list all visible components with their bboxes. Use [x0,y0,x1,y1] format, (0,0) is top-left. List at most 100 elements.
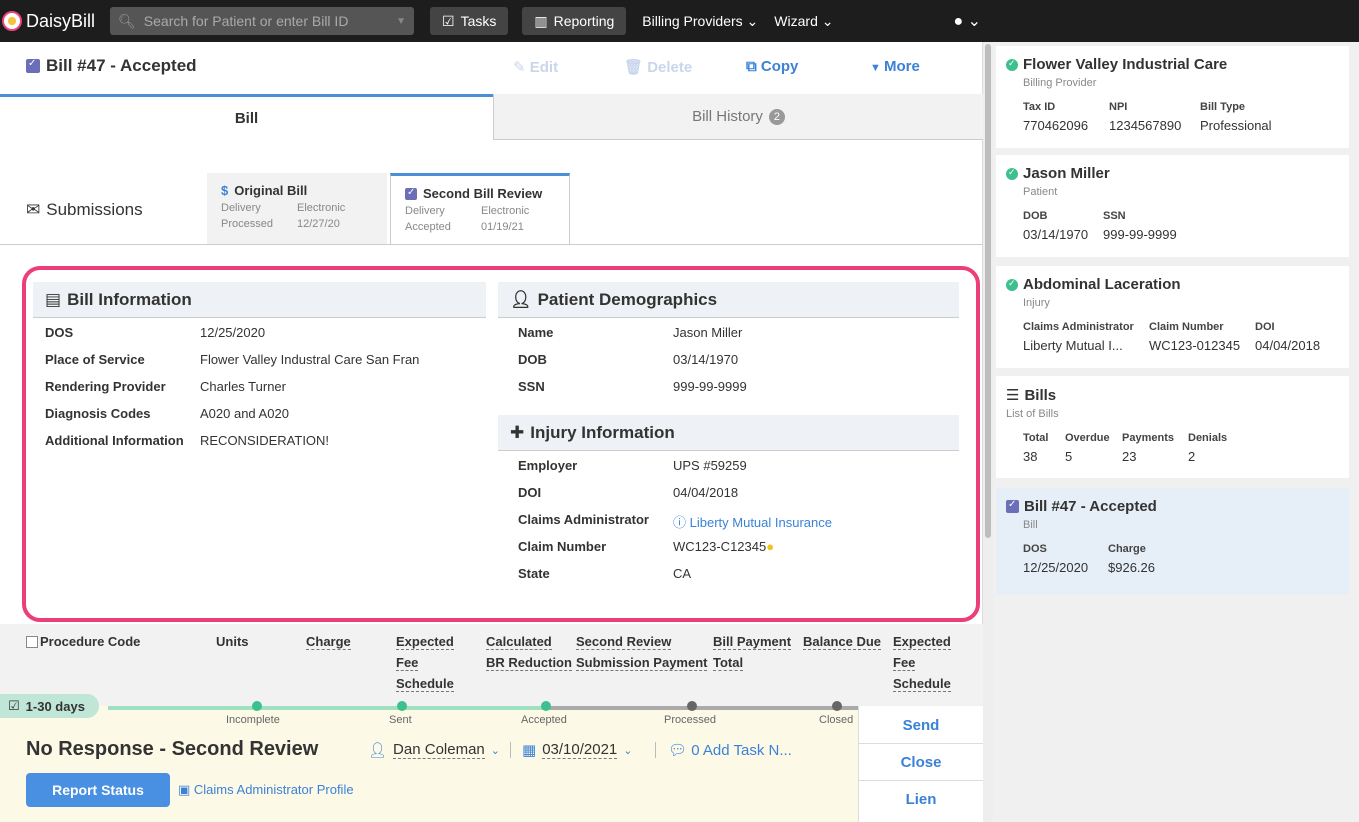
user-circle-icon: ● [953,13,964,30]
charge-header[interactable]: Charge [306,631,351,652]
caret-down-icon: ▼ [870,62,884,74]
stage-label: Closed [819,714,854,726]
stage-label: Processed [664,714,716,726]
charge-label: Charge [306,634,351,650]
card-value: 1234567890 [1109,118,1182,133]
card-title: Bills [1024,386,1057,404]
submissions-text: Submissions [46,200,143,219]
card-key: NPI [1109,101,1128,113]
lien-button[interactable]: Lien [859,781,983,818]
second-review-header[interactable]: Second Review Submission Payment [576,631,708,673]
card-value: 5 [1065,449,1073,464]
claims-administrator-profile-link[interactable]: ▣ Claims Administrator Profile [178,782,354,798]
card-key: Claims Administrator [1023,321,1134,333]
submission-value: Electronic [297,202,346,214]
card-key: Charge [1108,543,1146,555]
bills-card[interactable]: ☰ Bills List of Bills Total 38 Overdue 5 Pa… [996,376,1349,478]
daisy-icon [2,11,22,31]
stage-label: Accepted [521,714,567,726]
due-date-picker[interactable]: ▦ 03/10/2021 ⌄ [522,741,632,759]
reporting-button[interactable]: ▥ Reporting [522,7,627,35]
header-line: Expected [396,634,454,650]
wizard-menu[interactable]: Wizard ⌄ [774,13,833,30]
delete-button[interactable]: 🗑︎ Delete [624,58,692,76]
stage-label: Incomplete [226,714,280,726]
tasks-button[interactable]: ☑ Tasks [430,7,509,35]
close-button[interactable]: Close [859,744,983,781]
header-line: BR Reduction [486,655,572,671]
tab-bill[interactable]: Bill [0,94,493,140]
header-line: Submission Payment [576,655,708,671]
status-action-buttons: Send Close Lien [858,706,983,822]
context-sidebar: Flower Valley Industrial Care Billing Pr… [993,42,1359,822]
daisybill-logo[interactable]: DaisyBill [0,11,108,32]
list-icon: ☰ [1006,387,1020,404]
pencil-icon: ✎ [513,59,530,76]
edit-button[interactable]: ✎ Edit [513,58,558,76]
check-circle-icon [1006,167,1018,180]
submissions-label: ✉ Submissions [26,200,143,220]
card-value: Liberty Mutual I... [1023,338,1123,353]
submission-title: Second Bill Review [423,186,543,201]
copy-button[interactable]: ⧉ Copy [746,58,798,75]
dollar-icon: $ [221,183,229,198]
balance-due-header[interactable]: Balance Due [803,631,882,652]
card-value: 2 [1188,449,1196,464]
tab-bill-history[interactable]: Bill History 2 [493,94,983,140]
submission-original-bill[interactable]: $ Original Bill Delivery Electronic Proce… [207,173,387,245]
card-key: DOB [1023,210,1048,222]
submission-second-review[interactable]: Second Bill Review Delivery Electronic A… [390,173,570,245]
send-button[interactable]: Send [859,707,983,744]
card-value: 770462096 [1023,118,1089,133]
calculated-br-header[interactable]: Calculated BR Reduction [486,631,572,673]
chevron-down-icon: ⌄ [623,744,633,757]
add-task-label: 0 Add Task N... [691,742,792,759]
bill-payment-header[interactable]: Bill Payment Total [713,631,792,673]
main-scrollbar[interactable] [983,42,993,822]
top-navbar: DaisyBill 🔍︎ Search for Patient or enter… [0,0,1359,42]
chevron-down-icon: ⌄ [490,744,500,757]
billing-provider-card[interactable]: Flower Valley Industrial Care Billing Pr… [996,46,1349,148]
more-button[interactable]: ▼ More [870,58,920,75]
submission-value: Electronic [481,205,530,217]
submission-value: 12/27/20 [297,218,340,230]
copy-label: Copy [760,58,799,75]
reporting-label: Reporting [553,13,615,29]
submission-key: Accepted [405,221,451,233]
card-value: 03/14/1970 [1023,227,1089,242]
card-key: Total [1023,432,1049,444]
bar-chart-icon: ▥ [534,12,548,29]
report-status-button[interactable]: Report Status [26,773,170,807]
divider [0,244,983,245]
expected-fee-header[interactable]: Expected Fee Schedule [396,631,454,694]
card-value: 12/25/2020 [1023,560,1089,575]
assignee-select[interactable]: 👤︎ Dan Coleman ⌄ [368,741,500,759]
injury-card[interactable]: Abdominal Laceration Injury Claims Admin… [996,266,1349,368]
add-task-note-button[interactable]: 💬︎ 0 Add Task N... [668,741,792,759]
bill-title: Bill #47 - Accepted [26,56,197,76]
procedure-code-header: Procedure Code [26,631,140,652]
balance-label: Balance Due [803,634,882,650]
submission-key: Processed [221,218,273,230]
check-circle-icon [1006,58,1018,71]
card-value: 23 [1122,449,1137,464]
patient-card[interactable]: Jason Miller Patient DOB 03/14/1970 SSN 99… [996,155,1349,257]
bill-tabs: Bill Bill History 2 [0,94,983,140]
billing-providers-menu[interactable]: Billing Providers ⌄ [642,13,758,30]
tasks-label: Tasks [460,13,497,29]
card-key: Payments [1122,432,1174,444]
scrollbar-thumb[interactable] [985,44,991,538]
history-count-badge: 2 [768,108,785,125]
expected-fee-percent-header[interactable]: Expected Fee Schedule [893,631,951,694]
user-menu[interactable]: ● ⌄ [953,11,981,31]
select-all-checkbox[interactable] [26,635,38,648]
days-aging-badge: ☑ 1-30 days [0,694,99,718]
search-input[interactable]: 🔍︎ Search for Patient or enter Bill ID ▼ [110,7,414,35]
card-subtitle: Billing Provider [1023,77,1097,89]
stage-dot [397,701,407,711]
header-line: Fee [396,655,419,671]
card-key: SSN [1103,210,1126,222]
header-line: Fee [893,655,916,671]
units-header: Units [216,634,249,649]
current-bill-card[interactable]: Bill #47 - Accepted Bill DOS 12/25/2020 C… [996,488,1349,594]
